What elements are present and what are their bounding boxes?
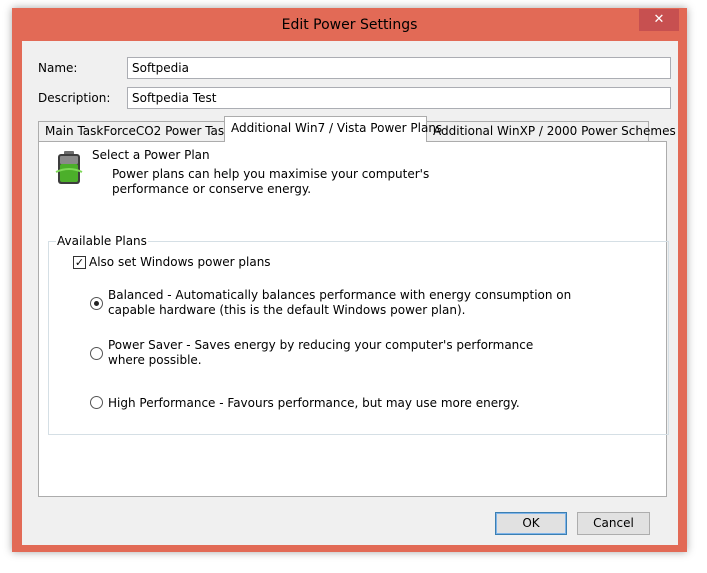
also-set-windows-power-plans-checkbox[interactable]: ✓	[73, 256, 86, 269]
high-performance-option-label[interactable]: High Performance - Favours performance, …	[108, 396, 520, 410]
title-bar[interactable]: Edit Power Settings ✕	[12, 8, 687, 41]
radio-selected-dot	[94, 301, 99, 306]
tab-main-taskforceco2-power-tasks[interactable]: Main TaskForceCO2 Power Tasks	[38, 121, 237, 141]
ok-button[interactable]: OK	[495, 512, 567, 535]
close-button[interactable]: ✕	[639, 9, 679, 31]
tab-additional-winxp-2000-power-schemes[interactable]: Additional WinXP / 2000 Power Schemes	[426, 121, 676, 141]
power-saver-radio[interactable]	[90, 347, 103, 360]
close-icon: ✕	[653, 12, 665, 27]
name-field[interactable]: Softpedia	[127, 57, 671, 79]
power-plans-panel: Select a Power Plan Power plans can help…	[38, 141, 669, 497]
checkmark-icon: ✓	[74, 256, 85, 269]
cancel-button[interactable]: Cancel	[577, 512, 650, 535]
balanced-option-line-1[interactable]: Balanced - Automatically balances perfor…	[108, 288, 571, 302]
high-performance-radio[interactable]	[90, 396, 103, 409]
tab-additional-win7-vista-power-plans[interactable]: Additional Win7 / Vista Power Plans	[224, 116, 442, 142]
available-plans-group: Available Plans ✓ Also set Windows power…	[48, 234, 669, 435]
panel-description-line-1: Power plans can help you maximise your c…	[112, 167, 430, 181]
panel-description-line-2: performance or conserve energy.	[112, 182, 312, 196]
window-title: Edit Power Settings	[281, 17, 418, 33]
description-field[interactable]: Softpedia Test	[127, 87, 671, 109]
power-saver-option-line-2[interactable]: where possible.	[108, 353, 202, 367]
available-plans-label: Available Plans	[56, 234, 148, 248]
also-set-windows-power-plans-label[interactable]: Also set Windows power plans	[89, 255, 271, 269]
panel-heading: Select a Power Plan	[92, 148, 210, 162]
battery-icon	[53, 150, 85, 186]
power-saver-option-line-1[interactable]: Power Saver - Saves energy by reducing y…	[108, 338, 533, 352]
name-label: Name:	[38, 61, 78, 75]
edit-power-settings-window: Edit Power Settings ✕ Name: Softpedia De…	[12, 8, 687, 552]
balanced-option-line-2[interactable]: capable hardware (this is the default Wi…	[108, 303, 465, 317]
description-label: Description:	[38, 91, 111, 105]
balanced-radio[interactable]	[90, 297, 103, 310]
dialog-body: Name: Softpedia Description: Softpedia T…	[22, 41, 678, 545]
